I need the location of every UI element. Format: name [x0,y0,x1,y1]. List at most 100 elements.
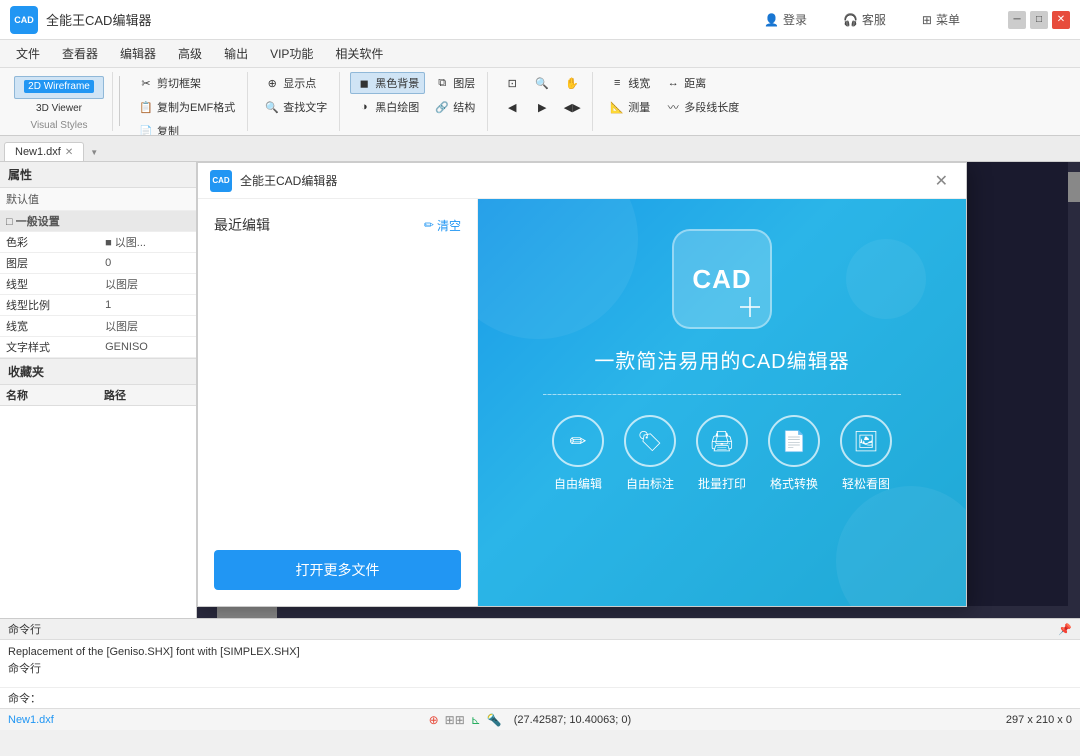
distance-button[interactable]: ↔ 距离 [659,72,712,94]
maximize-button[interactable]: □ [1030,11,1048,29]
welcome-close-button[interactable]: ✕ [929,169,954,193]
menu-button[interactable]: ⊞ 菜单 [914,7,968,32]
nav-btns[interactable]: ◀▶ [558,96,586,118]
favorites-header: 收藏夹 [0,358,196,385]
divider [543,394,901,395]
command-input[interactable] [45,692,1072,704]
feature-annotate: 🏷 自由标注 [624,415,676,492]
status-file[interactable]: New1.dxf [8,714,54,726]
2d-wireframe-button[interactable]: 2D Wireframe [14,76,104,99]
structure-button[interactable]: 🔗 结构 [428,96,481,118]
crosshair-icon [740,297,760,317]
menu-output[interactable]: 输出 [214,42,258,65]
status-icon-snap: ⊕ [429,713,439,727]
deco-circle-1 [478,199,638,339]
feature-edit: ✏ 自由编辑 [552,415,604,492]
status-icon-polar: 🔦 [487,713,502,727]
pin-button[interactable]: 📌 [1058,623,1072,636]
menu-file[interactable]: 文件 [6,42,50,65]
visual-styles-section: 2D Wireframe 3D Viewer Visual Styles [6,72,113,131]
menu-viewer[interactable]: 查看器 [52,42,108,65]
show-point-button[interactable]: ⊕ 显示点 [258,72,322,94]
user-icon: 👤 [764,13,779,27]
pan-button[interactable]: ✋ [558,72,586,94]
search-icon: 🔍 [264,99,280,115]
cut-frame-button[interactable]: ✂ 剪切框架 [132,72,207,94]
multi-length-button[interactable]: 〰 多段线长度 [659,96,745,118]
welcome-body: 最近编辑 ✏ 清空 打开更多文件 [198,199,966,606]
deco-circle-3 [846,239,926,319]
command-input-row: 命令： [0,687,1080,708]
properties-table: □ 一般设置 色彩 ■ 以图... 图层 0 线型 以图层 线型比例 1 线宽 … [0,211,196,358]
layer-row: 图层 0 [0,253,196,274]
command-header: 命令行 📌 [0,619,1080,640]
linetype-scale-label: 线型比例 [0,295,99,316]
black-bg-button[interactable]: ◼ 黑色背景 [350,72,425,94]
pan-icon: ✋ [564,75,580,91]
welcome-right-panel: CAD 一款简洁易用的CAD编辑器 [478,199,966,606]
toolbar-view-section: ⊡ 🔍 ✋ ◀ ▶ ◀▶ [492,72,593,131]
linetype-value[interactable]: 以图层 [99,274,196,295]
feature-convert: 📄 格式转换 [768,415,820,492]
general-settings-row: □ 一般设置 [0,211,196,232]
name-col-header: 名称 [0,385,98,406]
tab-dropdown-arrow[interactable]: ▼ [90,148,98,157]
measure-button[interactable]: 📐 测量 [603,96,656,118]
minimize-button[interactable]: ─ [1008,11,1026,29]
print-feature-icon: 🖨 [696,415,748,467]
copy-emf-button[interactable]: 📋 复制为EMF格式 [132,96,241,118]
menu-related[interactable]: 相关软件 [325,42,393,65]
clear-recent-button[interactable]: ✏ 清空 [424,217,461,234]
forward-icon: ▶ [534,99,550,115]
feature-print: 🖨 批量打印 [696,415,748,492]
line-width-button[interactable]: ≡ 线宽 [603,72,656,94]
layer-value[interactable]: 0 [99,253,196,274]
color-value[interactable]: ■ 以图... [99,232,196,253]
tab-close-button[interactable]: ✕ [65,147,73,158]
toolbar-edit-section: ✂ 剪切框架 📋 复制为EMF格式 📄 复制 [126,72,248,131]
canvas-area[interactable]: Model ◀ ▶ CAD 全能王CAD编辑器 ✕ [197,162,1080,618]
zoom-in-button[interactable]: 🔍 [528,72,556,94]
status-icon-ortho: ⊾ [471,713,481,727]
feature-view: 🖼 轻松看图 [840,415,892,492]
linetype-scale-value[interactable]: 1 [99,295,196,316]
back-icon: ◀ [504,99,520,115]
menu-advanced[interactable]: 高级 [168,42,212,65]
nav-forward-button[interactable]: ▶ [528,96,556,118]
service-button[interactable]: 🎧 客服 [835,7,894,32]
login-button[interactable]: 👤 登录 [756,7,815,32]
nav-back-button[interactable]: ◀ [498,96,526,118]
zoom-extent-button[interactable]: ⊡ [498,72,526,94]
bw-icon: ◑ [356,99,372,115]
linewidth-value[interactable]: 以图层 [99,316,196,337]
tab-new1-dxf[interactable]: New1.dxf ✕ [4,142,84,161]
welcome-dialog: CAD 全能王CAD编辑器 ✕ 最近编辑 ✏ 清空 [197,162,1080,618]
linewidth-icon: ≡ [609,75,625,91]
3d-viewer-button[interactable]: 3D Viewer [14,99,104,118]
menu-vip[interactable]: VIP功能 [260,42,323,65]
close-button[interactable]: ✕ [1052,11,1070,29]
find-text-button[interactable]: 🔍 查找文字 [258,96,333,118]
linetype-scale-row: 线型比例 1 [0,295,196,316]
command-header-title: 命令行 [8,621,41,637]
status-icon-grid: ⊞⊞ [445,713,465,727]
headset-icon: 🎧 [843,13,858,27]
toolbar-sep-1 [119,76,120,126]
status-icons: ⊕ ⊞⊞ ⊾ 🔦 [429,713,502,727]
welcome-logo: CAD [210,170,232,192]
app-title: 全能王CAD编辑器 [46,10,756,29]
layer-icon: ⧉ [434,75,450,91]
linetype-row: 线型 以图层 [0,274,196,295]
grid-icon: ⊞ [922,13,932,27]
menu-editor[interactable]: 编辑器 [110,42,166,65]
layer-button[interactable]: ⧉ 图层 [428,72,481,94]
toolbar: 2D Wireframe 3D Viewer Visual Styles ✂ 剪… [0,68,1080,136]
cad-logo-icon: CAD [672,229,772,329]
black-white-button[interactable]: ◑ 黑白绘图 [350,96,425,118]
favorites-table: 名称 路径 [0,385,196,406]
textstyle-value[interactable]: GENISO [99,337,196,358]
command-area: 命令行 📌 Replacement of the [Geniso.SHX] fo… [0,618,1080,708]
edit-feature-icon: ✏ [552,415,604,467]
open-files-button[interactable]: 打开更多文件 [214,550,461,590]
copy-button[interactable]: 📄 复制 [132,120,185,136]
